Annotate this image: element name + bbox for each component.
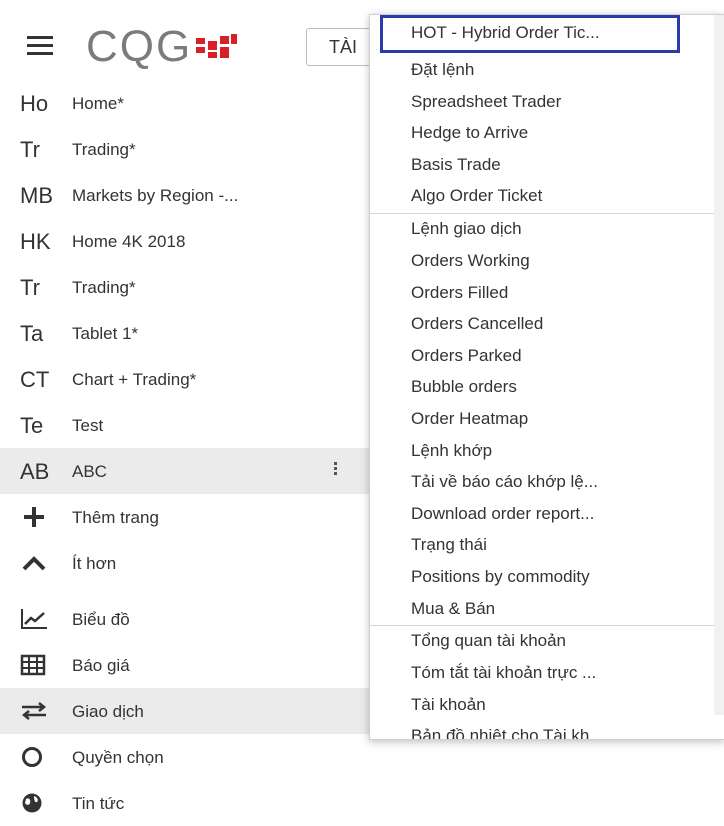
sidebar-item-page[interactable]: Tr Trading* <box>0 126 370 172</box>
page-label: Home 4K 2018 <box>72 232 186 251</box>
grid-icon <box>20 654 46 676</box>
circle-icon <box>22 747 42 767</box>
page-label: Markets by Region -... <box>72 186 239 205</box>
sidebar-item-page[interactable]: HK Home 4K 2018 <box>0 218 370 264</box>
tool-trading[interactable]: Giao dịch <box>0 688 370 734</box>
page-label: Tablet 1* <box>72 324 139 343</box>
page-label: ABC <box>72 462 107 481</box>
menu-item[interactable]: Basis Trade <box>411 155 501 175</box>
menu-item[interactable]: Positions by commodity <box>411 567 590 587</box>
menu-item[interactable]: Trạng thái <box>411 535 487 555</box>
sidebar-item-page[interactable]: Ho Home* <box>0 80 370 126</box>
menu-item[interactable]: Download order report... <box>411 504 594 524</box>
add-page-button[interactable]: Thêm trang <box>0 494 370 540</box>
page-abbr: MB <box>20 183 53 208</box>
tool-chart-label: Biểu đồ <box>72 610 130 629</box>
menu-item[interactable]: Orders Working <box>411 251 530 271</box>
add-page-label: Thêm trang <box>72 508 159 527</box>
page-abbr: CT <box>20 367 50 392</box>
tool-quotes[interactable]: Báo giá <box>0 642 370 688</box>
menu-item[interactable]: Orders Parked <box>411 346 522 366</box>
show-less-button[interactable]: Ít hơn <box>0 540 370 596</box>
page-label: Test <box>72 416 104 435</box>
menu-item[interactable]: Algo Order Ticket <box>411 186 542 206</box>
page-abbr: Ho <box>20 91 49 116</box>
menu-item[interactable]: Tải về báo cáo khớp lệ... <box>411 472 598 492</box>
menu-item[interactable]: Tài khoản <box>411 695 486 715</box>
page-abbr: Ta <box>20 321 44 346</box>
tool-options[interactable]: Quyền chọn <box>0 734 370 780</box>
show-less-label: Ít hơn <box>72 554 117 573</box>
sidebar-item-page[interactable]: Tr Trading* <box>0 264 370 310</box>
menu-item[interactable]: Orders Filled <box>411 283 508 303</box>
cqg-logo: CQG <box>86 25 238 69</box>
page-abbr: Tr <box>20 275 40 300</box>
tool-trading-label: Giao dịch <box>72 702 144 721</box>
sidebar-item-page[interactable]: CT Chart + Trading* <box>0 356 370 402</box>
page-label: Chart + Trading* <box>72 370 197 389</box>
page-label: Trading* <box>72 278 136 297</box>
logo-mark-icon <box>196 34 238 58</box>
menu-divider <box>370 213 714 214</box>
plus-icon <box>24 507 44 527</box>
tool-quotes-label: Báo giá <box>72 656 130 675</box>
menu-divider <box>370 625 714 626</box>
menu-item[interactable]: Mua & Bán <box>411 599 495 619</box>
widget-dropdown-menu: HOT - Hybrid Order Tic... Đặt lệnh Sprea… <box>369 14 724 740</box>
tool-chart[interactable]: Biểu đồ <box>0 596 370 642</box>
swap-arrows-icon <box>21 702 47 720</box>
tool-news-label: Tin tức <box>72 794 125 813</box>
page-label: Trading* <box>72 140 136 159</box>
page-abbr: HK <box>20 229 51 254</box>
page-label: Home* <box>72 94 124 113</box>
sidebar: Ho Home* Tr Trading* MB Markets by Regio… <box>0 80 370 826</box>
menu-item[interactable]: Order Heatmap <box>411 409 528 429</box>
menu-item[interactable]: Lệnh khớp <box>411 441 492 461</box>
menu-item[interactable]: Bản đồ nhiệt cho Tài kh... <box>411 726 603 739</box>
sidebar-item-page[interactable]: Te Test <box>0 402 370 448</box>
menu-item[interactable]: Hedge to Arrive <box>411 123 528 143</box>
chevron-up-icon <box>22 556 46 571</box>
menu-item[interactable]: Đặt lệnh <box>411 60 474 80</box>
sidebar-item-page[interactable]: MB Markets by Region -... <box>0 172 370 218</box>
sidebar-item-page-active[interactable]: AB ABC <box>0 448 370 494</box>
menu-item[interactable]: Bubble orders <box>411 377 517 397</box>
menu-item-hot-order-ticket[interactable]: HOT - Hybrid Order Tic... <box>380 15 680 53</box>
menu-item[interactable]: Tóm tắt tài khoản trực ... <box>411 663 596 683</box>
dropdown-scrollbar[interactable] <box>714 15 724 715</box>
page-abbr: AB <box>20 459 50 484</box>
menu-item[interactable]: Lệnh giao dịch <box>411 219 522 239</box>
tool-news[interactable]: Tin tức <box>0 780 370 826</box>
globe-icon <box>22 793 42 813</box>
kebab-menu-icon[interactable] <box>334 462 338 478</box>
hamburger-menu-icon[interactable] <box>27 36 53 56</box>
tool-options-label: Quyền chọn <box>72 748 164 767</box>
menu-item[interactable]: Tổng quan tài khoản <box>411 631 566 651</box>
menu-item[interactable]: Orders Cancelled <box>411 314 543 334</box>
page-abbr: Tr <box>20 137 40 162</box>
page-abbr: Te <box>20 413 44 438</box>
menu-item[interactable]: Spreadsheet Trader <box>411 92 561 112</box>
line-chart-icon <box>21 609 47 629</box>
sidebar-item-page[interactable]: Ta Tablet 1* <box>0 310 370 356</box>
